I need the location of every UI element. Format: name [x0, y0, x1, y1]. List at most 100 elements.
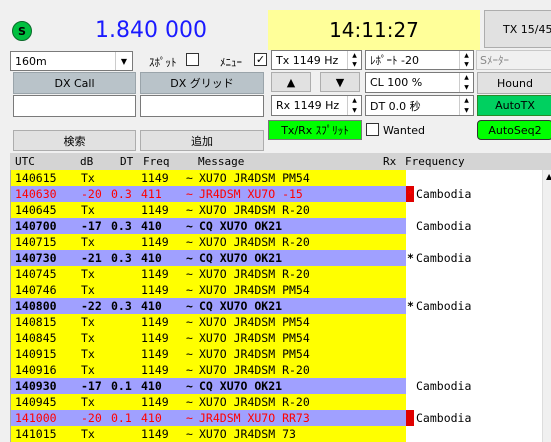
dx-call-button[interactable]: DX Call: [13, 72, 136, 94]
table-row[interactable]: 140615 Tx 1149 ~ XU7O JR4DSM PM54: [11, 170, 551, 186]
rx-frequency-value: Rx 1149 Hz: [276, 99, 340, 112]
cell-db: -17: [81, 219, 102, 233]
tx-frequency-spinbox[interactable]: Tx 1149 Hz ▲ ▼: [271, 50, 362, 70]
smeter-field: Sﾒｰﾀｰ: [476, 50, 551, 70]
smeter-label: Sﾒｰﾀｰ: [480, 54, 509, 67]
cell-country: Cambodia: [416, 219, 472, 233]
search-button[interactable]: 検索: [13, 130, 136, 151]
cell-separator: ~: [186, 235, 193, 249]
autoseq-button[interactable]: AutoSeq2: [477, 120, 551, 140]
cell-freq: 1149: [141, 331, 169, 345]
cell-db: Tx: [81, 235, 95, 249]
report-spinbox[interactable]: ﾚﾎﾟｰﾄ -20 ▲ ▼: [365, 50, 474, 70]
txrx-split-button[interactable]: Tx/Rx ｽﾌﾟﾘｯﾄ: [268, 120, 362, 140]
table-row[interactable]: 140915 Tx 1149 ~ XU7O JR4DSM PM54: [11, 346, 551, 362]
table-row[interactable]: 140930 -17 0.1 410 ~ CQ XU7O OK21 Cambodia: [11, 378, 551, 394]
cell-db: Tx: [81, 315, 95, 329]
txrx-split-label: Tx/Rx ｽﾌﾟﾘｯﾄ: [281, 124, 349, 137]
table-row[interactable]: 140730 -21 0.3 410 ~ CQ XU7O OK21 * Cambodia: [11, 250, 551, 266]
autotx-button[interactable]: AutoTX: [477, 95, 551, 116]
dx-grid-button[interactable]: DX グリッド: [140, 72, 264, 94]
spinner-arrows-icon: ▲ ▼: [459, 96, 473, 115]
cell-message: XU7O JR4DSM R-20: [199, 267, 310, 281]
down-arrow-button[interactable]: ▼: [320, 72, 360, 92]
cell-freq: 1149: [141, 427, 169, 441]
table-row[interactable]: 140645 Tx 1149 ~ XU7O JR4DSM R-20: [11, 202, 551, 218]
cell-message: XU7O JR4DSM 73: [199, 427, 296, 441]
cell-message: CQ XU7O OK21: [199, 219, 283, 233]
tx-period-label: TX 15/45: [503, 22, 551, 36]
header-message: Message: [198, 155, 245, 168]
autotx-label: AutoTX: [495, 99, 535, 112]
cell-freq: 1149: [141, 267, 169, 281]
cell-message: XU7O JR4DSM R-20: [199, 363, 310, 377]
cell-freq: 1149: [141, 347, 169, 361]
frequency-display: 1.840 000: [40, 10, 262, 50]
new-dxcc-marker: *: [407, 251, 414, 265]
add-button[interactable]: 追加: [140, 130, 264, 151]
dx-grid-input[interactable]: [140, 95, 264, 117]
frequency-value: 1.840 000: [95, 17, 207, 43]
hound-button[interactable]: Hound: [477, 72, 551, 94]
cell-freq: 410: [141, 251, 162, 265]
table-row[interactable]: 140815 Tx 1149 ~ XU7O JR4DSM PM54: [11, 314, 551, 330]
table-row[interactable]: 141015 Tx 1149 ~ XU7O JR4DSM 73: [11, 426, 551, 442]
spinner-arrows-icon: ▲ ▼: [459, 51, 473, 69]
cell-freq: 1149: [141, 283, 169, 297]
cell-dt: 0.3: [111, 251, 132, 265]
header-frequency: Frequency: [405, 155, 465, 168]
table-row[interactable]: 140845 Tx 1149 ~ XU7O JR4DSM PM54: [11, 330, 551, 346]
spot-checkbox[interactable]: [186, 53, 199, 66]
cell-separator: ~: [186, 283, 193, 297]
rx-frequency-spinbox[interactable]: Rx 1149 Hz ▲ ▼: [271, 95, 362, 116]
cell-db: Tx: [81, 347, 95, 361]
wanted-checkbox[interactable]: [366, 123, 379, 136]
cell-separator: ~: [186, 427, 193, 441]
cell-dt: 0.1: [111, 379, 132, 393]
cl-spinbox[interactable]: CL 100 % ▲ ▼: [365, 72, 474, 93]
cell-message: XU7O JR4DSM PM54: [199, 331, 310, 345]
cell-separator: ~: [186, 171, 193, 185]
header-freq: Freq: [143, 155, 170, 168]
cell-message: JR4DSM XU7O -15: [199, 187, 303, 201]
cell-utc: 140615: [15, 171, 57, 185]
cell-utc: 140730: [15, 251, 57, 265]
table-row[interactable]: 141000 -20 0.1 410 ~ JR4DSM XU7O RR73 Cambodia: [11, 410, 551, 426]
header-db: dB: [80, 155, 94, 168]
table-row[interactable]: 140746 Tx 1149 ~ XU7O JR4DSM PM54: [11, 282, 551, 298]
table-row[interactable]: 140630 -20 0.3 411 ~ JR4DSM XU7O -15 * Cambodia: [11, 186, 551, 202]
cell-utc: 140645: [15, 203, 57, 217]
cell-db: Tx: [81, 363, 95, 377]
dt-spinbox[interactable]: DT 0.0 秒 ▲ ▼: [365, 95, 474, 116]
cell-country: Cambodia: [416, 379, 472, 393]
table-row[interactable]: 140916 Tx 1149 ~ XU7O JR4DSM R-20: [11, 362, 551, 378]
cell-utc: 140746: [15, 283, 57, 297]
cell-freq: 1149: [141, 171, 169, 185]
dx-call-input[interactable]: [13, 95, 136, 117]
scroll-up-icon[interactable]: ▲: [546, 172, 551, 181]
band-select[interactable]: 160m ▼: [10, 51, 133, 71]
cell-separator: ~: [186, 347, 193, 361]
cell-utc: 140745: [15, 267, 57, 281]
table-row[interactable]: 140745 Tx 1149 ~ XU7O JR4DSM R-20: [11, 266, 551, 282]
cell-message: XU7O JR4DSM R-20: [199, 235, 310, 249]
table-row[interactable]: 140945 Tx 1149 ~ XU7O JR4DSM R-20: [11, 394, 551, 410]
cell-separator: ~: [186, 251, 193, 265]
cell-separator: ~: [186, 187, 193, 201]
up-arrow-button[interactable]: ▲: [271, 72, 311, 92]
status-indicator: S: [12, 21, 32, 41]
scrollbar[interactable]: ▲: [542, 170, 551, 442]
menu-checkbox[interactable]: ✓: [254, 53, 267, 66]
table-row[interactable]: 140700 -17 0.3 410 ~ CQ XU7O OK21 Cambodia: [11, 218, 551, 234]
cell-utc: 140930: [15, 379, 57, 393]
cell-country: Cambodia: [416, 187, 472, 201]
tx-period-button[interactable]: TX 15/45: [484, 10, 551, 48]
status-icon-letter: S: [18, 24, 26, 38]
table-row[interactable]: 140800 -22 0.3 410 ~ CQ XU7O OK21 * Cambodia: [11, 298, 551, 314]
decode-list[interactable]: 140615 Tx 1149 ~ XU7O JR4DSM PM54 140630 -20 0.…: [10, 170, 551, 442]
cell-utc: 140700: [15, 219, 57, 233]
cell-freq: 1149: [141, 235, 169, 249]
cell-db: -17: [81, 379, 102, 393]
table-row[interactable]: 140715 Tx 1149 ~ XU7O JR4DSM R-20: [11, 234, 551, 250]
cell-utc: 141000: [15, 411, 57, 425]
